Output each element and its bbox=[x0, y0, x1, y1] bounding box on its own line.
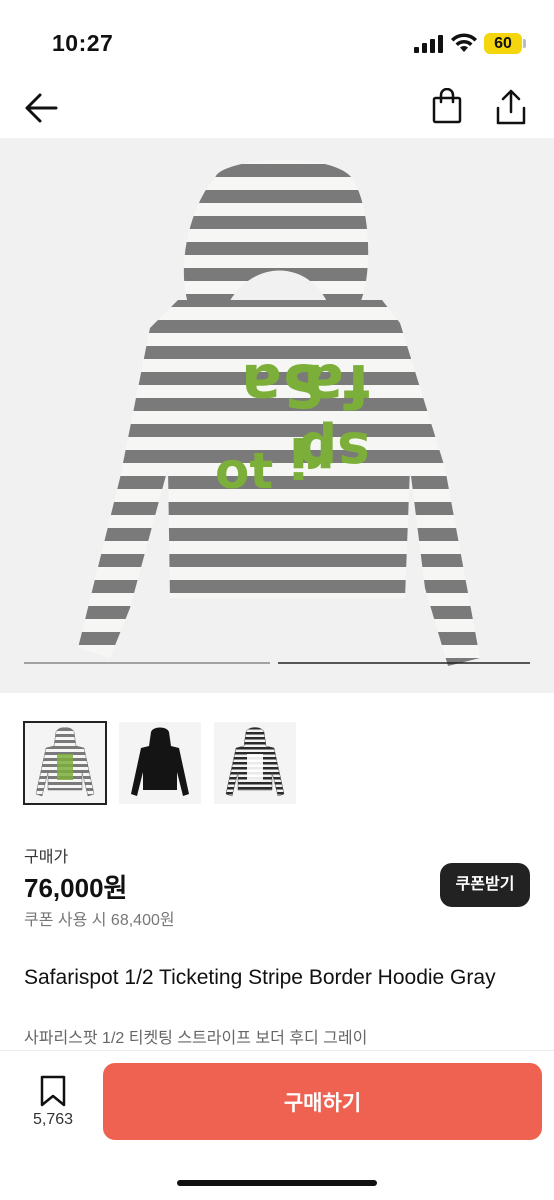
product-title-english: Safarispot 1/2 Ticketing Stripe Border H… bbox=[24, 966, 496, 989]
svg-text:ot: ot bbox=[215, 442, 273, 500]
svg-text:fa: fa bbox=[303, 350, 370, 420]
wifi-icon bbox=[451, 33, 477, 52]
striped-hoodie-image: Sa fa ri sp ot bbox=[24, 159, 530, 666]
status-bar: 10:27 60 bbox=[0, 0, 554, 80]
svg-text:sp: sp bbox=[298, 420, 370, 484]
battery-indicator: 60 bbox=[484, 33, 522, 54]
get-coupon-button[interactable]: 쿠폰받기 bbox=[440, 863, 530, 907]
coupon-price-text: 쿠폰 사용 시 68,400원 bbox=[24, 912, 175, 929]
cellular-signal-icon bbox=[414, 35, 443, 53]
bookmark-icon bbox=[40, 1075, 66, 1107]
price-label: 구매가 bbox=[24, 849, 69, 866]
buy-button[interactable]: 구매하기 bbox=[103, 1063, 542, 1140]
shopping-bag-icon[interactable] bbox=[430, 88, 464, 124]
battery-tip bbox=[523, 39, 526, 48]
like-count: 5,763 bbox=[32, 1111, 74, 1128]
arrow-left-icon[interactable] bbox=[22, 90, 60, 126]
home-indicator bbox=[177, 1180, 377, 1186]
top-navigation bbox=[0, 80, 554, 138]
thumbnail-black-hoodie[interactable] bbox=[119, 722, 201, 804]
thumbnail-black-striped-hoodie[interactable] bbox=[214, 722, 296, 804]
thumbnail-gray-striped-hoodie[interactable] bbox=[23, 721, 107, 805]
product-hero-image[interactable]: Sa fa ri sp ot bbox=[0, 138, 554, 693]
thumbnail-strip bbox=[23, 721, 296, 806]
share-icon[interactable] bbox=[494, 88, 528, 126]
bottom-action-bar: 5,763 구매하기 bbox=[0, 1051, 554, 1200]
like-button[interactable]: 5,763 bbox=[24, 1071, 82, 1135]
status-time: 10:27 bbox=[52, 30, 114, 56]
price-amount: 76,000원 bbox=[24, 873, 128, 903]
product-title-korean: 사파리스팟 1/2 티켓팅 스트라이프 보더 후디 그레이 bbox=[24, 1030, 368, 1047]
